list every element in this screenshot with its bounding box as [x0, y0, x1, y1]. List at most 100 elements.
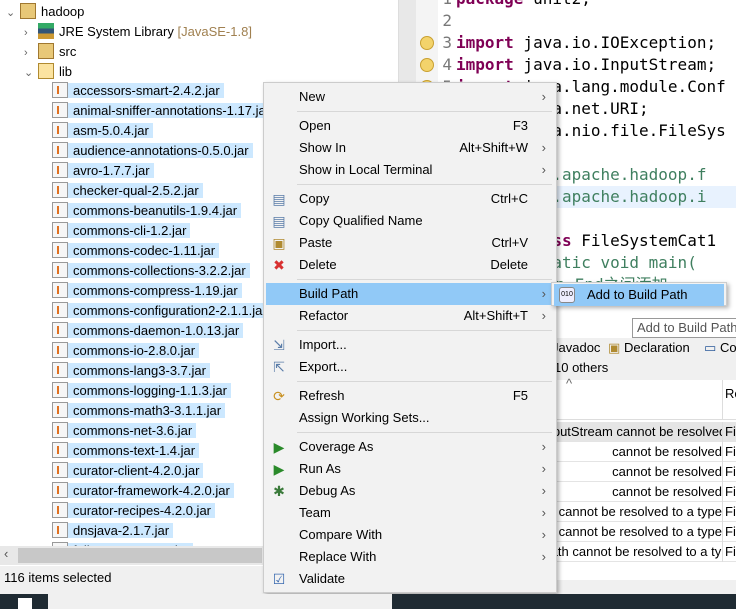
menu-item-delete[interactable]: ✖ Delete Delete [266, 254, 554, 276]
tree-item-jar[interactable]: curator-recipes-4.2.0.jar [52, 501, 215, 521]
scroll-left-icon[interactable]: ‹ [4, 546, 8, 561]
tree-item-project[interactable]: ⌄ hadoop [6, 2, 84, 22]
menu-item-new[interactable]: New › [266, 86, 554, 108]
declaration-icon: ▣ [608, 340, 621, 355]
chevron-right-icon[interactable]: › [24, 43, 38, 63]
jar-file-icon [52, 102, 68, 118]
tree-item-jar[interactable]: commons-daemon-1.0.13.jar [52, 321, 244, 341]
warning-icon[interactable] [420, 36, 434, 50]
tree-item-jar[interactable]: commons-io-2.8.0.jar [52, 341, 200, 361]
menu-item-refresh[interactable]: ⟳ Refresh F5 [266, 385, 554, 407]
chevron-right-icon: › [541, 461, 546, 476]
tree-item-jar[interactable]: commons-compress-1.19.jar [52, 281, 242, 301]
tree-item-jar[interactable]: commons-lang3-3.7.jar [52, 361, 210, 381]
tree-item-lib[interactable]: ⌄ lib [24, 62, 72, 82]
tree-item-jar[interactable]: commons-collections-3.2.2.jar [52, 261, 250, 281]
context-menu: New › Open F3 Show In Alt+Shift+W › Show in Loc… [263, 82, 557, 593]
menu-item-run-as[interactable]: ▶ Run As › [266, 458, 554, 480]
jar-file-icon [52, 222, 68, 238]
tree-item-jar[interactable]: commons-text-1.4.jar [52, 441, 200, 461]
menu-item-copy[interactable]: ▤ Copy Ctrl+C [266, 188, 554, 210]
chevron-right-icon: › [541, 140, 546, 155]
tree-item-jar[interactable]: commons-beanutils-1.9.4.jar [52, 201, 242, 221]
menu-item-debug-as[interactable]: ✱ Debug As › [266, 480, 554, 502]
menu-item-team[interactable]: Team › [266, 502, 554, 524]
menu-item-export[interactable]: ⇱ Export... [266, 356, 554, 378]
tree-item-jar[interactable]: commons-cli-1.2.jar [52, 221, 191, 241]
project-icon [20, 3, 36, 19]
paste-icon: ▣ [272, 235, 286, 251]
copy-qualified-icon: ▤ [272, 213, 286, 229]
warning-icon[interactable] [420, 58, 434, 72]
tree-item-jar[interactable]: commons-net-3.6.jar [52, 421, 197, 441]
tree-item-jar[interactable]: checker-qual-2.5.2.jar [52, 181, 203, 201]
chevron-down-icon[interactable]: ⌄ [24, 63, 38, 83]
jar-file-icon [52, 502, 68, 518]
menu-separator [297, 111, 552, 112]
chevron-right-icon: › [541, 308, 546, 323]
tree-item-src[interactable]: › src [24, 42, 76, 62]
menu-item-build-path[interactable]: Build Path › [266, 283, 554, 305]
menu-item-refactor[interactable]: Refactor Alt+Shift+T › [266, 305, 554, 327]
jar-file-icon [52, 522, 68, 538]
chevron-right-icon[interactable]: › [24, 23, 38, 43]
menu-separator [297, 279, 552, 280]
run-icon: ▶ [273, 461, 285, 477]
tree-item-jar[interactable]: animal-sniffer-annotations-1.17.jar [52, 101, 275, 121]
tree-item-jar[interactable]: audience-annotations-0.5.0.jar [52, 141, 253, 161]
import-icon: ⇲ [273, 337, 285, 353]
scroll-thumb[interactable] [18, 548, 262, 563]
taskbar-search[interactable] [48, 594, 392, 609]
tree-item-jar[interactable]: accessors-smart-2.4.2.jar [52, 81, 224, 101]
chevron-right-icon: › [541, 162, 546, 177]
jar-file-icon [52, 402, 68, 418]
menu-item-paste[interactable]: ▣ Paste Ctrl+V [266, 232, 554, 254]
tab-console[interactable]: Console [720, 338, 736, 358]
jar-file-icon [52, 482, 68, 498]
build-path-submenu: 010 Add to Build Path [551, 282, 727, 306]
menu-item-assign-working-sets[interactable]: Assign Working Sets... [266, 407, 554, 429]
windows-start-icon[interactable] [18, 598, 32, 609]
coverage-icon: ▶ [273, 439, 285, 455]
jar-file-icon [52, 82, 68, 98]
jar-file-icon [52, 382, 68, 398]
menu-item-open[interactable]: Open F3 [266, 115, 554, 137]
jar-file-icon [52, 262, 68, 278]
code-line: 2 [442, 11, 452, 30]
tree-item-jar[interactable]: asm-5.0.4.jar [52, 121, 153, 141]
menu-item-coverage-as[interactable]: ▶ Coverage As › [266, 436, 554, 458]
jar-icon: 010 [559, 287, 575, 303]
delete-icon: ✖ [273, 257, 285, 273]
tab-javadoc[interactable]: Javadoc [552, 338, 600, 358]
jar-file-icon [52, 462, 68, 478]
code-line: 4 import java.io.InputStream; [416, 54, 736, 76]
menu-item-replace-with[interactable]: Replace With › [266, 546, 554, 568]
chevron-right-icon: › [541, 439, 546, 454]
chevron-right-icon: › [541, 549, 546, 564]
code-line: 1package unit2; [416, 0, 736, 10]
tree-item-jar[interactable]: commons-codec-1.11.jar [52, 241, 220, 261]
tree-item-jre[interactable]: › JRE System Library [JavaSE-1.8] [24, 22, 252, 42]
menu-item-copy-qualified-name[interactable]: ▤ Copy Qualified Name [266, 210, 554, 232]
tree-item-jar[interactable]: commons-math3-3.1.1.jar [52, 401, 226, 421]
jar-file-icon [52, 302, 68, 318]
chevron-down-icon[interactable]: ⌄ [6, 3, 20, 23]
tree-item-jar[interactable]: commons-logging-1.1.3.jar [52, 381, 231, 401]
column-header-resource[interactable]: Re [722, 380, 736, 420]
jar-file-icon [52, 342, 68, 358]
tree-item-jar[interactable]: avro-1.7.7.jar [52, 161, 154, 181]
menu-item-show-in-local-terminal[interactable]: Show in Local Terminal › [266, 159, 554, 181]
menu-item-validate[interactable]: ☑ Validate [266, 568, 554, 590]
tree-item-jar[interactable]: curator-framework-4.2.0.jar [52, 481, 234, 501]
tree-item-jar[interactable]: curator-client-4.2.0.jar [52, 461, 204, 481]
jar-file-icon [52, 122, 68, 138]
jar-file-icon [52, 422, 68, 438]
tab-declaration[interactable]: Declaration [624, 338, 690, 358]
jar-file-icon [52, 182, 68, 198]
menu-item-import[interactable]: ⇲ Import... [266, 334, 554, 356]
tree-item-jar[interactable]: commons-configuration2-2.1.1.jar [52, 301, 271, 321]
menu-item-compare-with[interactable]: Compare With › [266, 524, 554, 546]
tree-item-jar[interactable]: dnsjava-2.1.7.jar [52, 521, 174, 541]
menu-item-show-in[interactable]: Show In Alt+Shift+W › [266, 137, 554, 159]
menu-item-add-to-build-path[interactable]: 010 Add to Build Path [554, 284, 724, 306]
